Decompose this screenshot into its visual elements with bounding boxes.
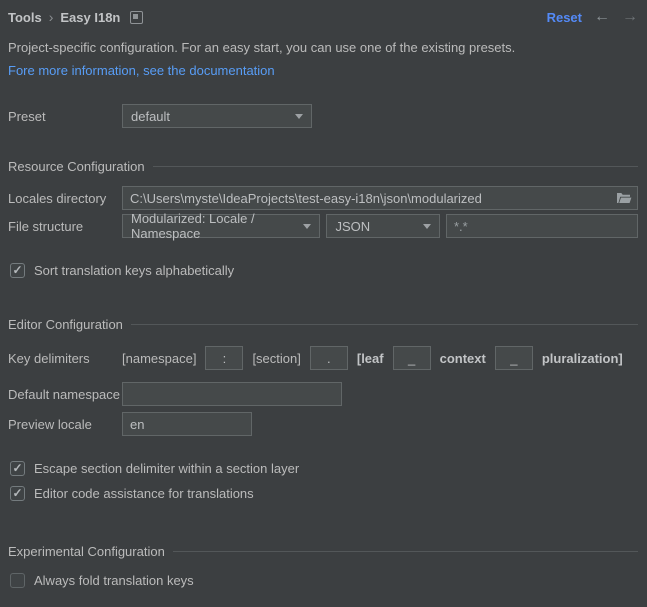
open-folder-icon[interactable] [616, 190, 632, 205]
leaf-bracket-label: [leaf [357, 351, 384, 366]
fold-keys-checkbox-row[interactable]: Always fold translation keys [8, 572, 638, 588]
preset-label: Preset [8, 109, 122, 124]
preset-dropdown[interactable]: default [122, 104, 312, 128]
section-divider [173, 551, 638, 552]
format-dropdown-value: JSON [335, 219, 370, 234]
key-delimiters-label: Key delimiters [8, 351, 113, 366]
locales-directory-row: Locales directory [8, 186, 638, 210]
header-actions: Reset ← → [547, 9, 638, 25]
breadcrumb-chevron-icon: › [49, 10, 54, 24]
locales-directory-wrap [122, 186, 638, 210]
experimental-section-header: Experimental Configuration [8, 543, 638, 559]
preset-row: Preset default [8, 104, 638, 128]
structure-dropdown[interactable]: Modularized: Locale / Namespace [122, 214, 320, 238]
escape-delimiter-checkbox-row[interactable]: Escape section delimiter within a sectio… [8, 460, 638, 476]
reset-button[interactable]: Reset [547, 10, 582, 25]
escape-delimiter-label: Escape section delimiter within a sectio… [34, 461, 299, 476]
default-namespace-input[interactable] [122, 382, 342, 406]
section-divider [153, 166, 638, 167]
chevron-down-icon [295, 114, 303, 119]
documentation-link[interactable]: Fore more information, see the documenta… [8, 63, 275, 78]
breadcrumb-easy-i18n: Easy I18n [60, 10, 120, 25]
preview-locale-row: Preview locale [8, 412, 638, 436]
code-assistance-label: Editor code assistance for translations [34, 486, 254, 501]
locales-directory-input[interactable] [122, 186, 638, 210]
section-bracket-label: [section] [252, 351, 300, 366]
header-bar: Tools › Easy I18n Reset ← → [8, 0, 638, 26]
experimental-section-title: Experimental Configuration [8, 544, 165, 559]
escape-delimiter-checkbox[interactable] [10, 461, 25, 476]
back-arrow-icon[interactable]: ← [594, 9, 610, 25]
preview-locale-label: Preview locale [8, 417, 122, 432]
format-dropdown[interactable]: JSON [326, 214, 440, 238]
section-delimiter-input[interactable] [310, 346, 348, 370]
breadcrumb: Tools › Easy I18n [8, 10, 143, 25]
preset-dropdown-value: default [131, 109, 170, 124]
namespace-bracket-label: [namespace] [122, 351, 196, 366]
forward-arrow-icon[interactable]: → [622, 9, 638, 25]
code-assistance-checkbox[interactable] [10, 486, 25, 501]
namespace-delimiter-input[interactable] [205, 346, 243, 370]
structure-dropdown-value: Modularized: Locale / Namespace [131, 211, 303, 241]
resource-section-title: Resource Configuration [8, 159, 145, 174]
key-delimiters-row: Key delimiters [namespace] [section] [le… [8, 346, 638, 370]
description-text: Project-specific configuration. For an e… [8, 40, 638, 55]
breadcrumb-tools[interactable]: Tools [8, 10, 42, 25]
settings-page: Tools › Easy I18n Reset ← → Project-spec… [0, 0, 647, 607]
context-delimiter-input[interactable] [495, 346, 533, 370]
fold-keys-label: Always fold translation keys [34, 573, 194, 588]
locales-directory-label: Locales directory [8, 191, 122, 206]
editor-section-title: Editor Configuration [8, 317, 123, 332]
editor-section-header: Editor Configuration [8, 316, 638, 332]
sort-keys-label: Sort translation keys alphabetically [34, 263, 234, 278]
code-assistance-checkbox-row[interactable]: Editor code assistance for translations [8, 485, 638, 501]
project-settings-icon [130, 11, 143, 24]
pluralization-bracket-label: pluralization] [542, 351, 623, 366]
fold-keys-checkbox[interactable] [10, 573, 25, 588]
default-namespace-row: Default namespace [8, 382, 638, 406]
resource-section-header: Resource Configuration [8, 158, 638, 174]
leaf-delimiter-input[interactable] [393, 346, 431, 370]
context-label: context [440, 351, 486, 366]
chevron-down-icon [423, 224, 431, 229]
file-structure-row: File structure Modularized: Locale / Nam… [8, 214, 638, 238]
file-structure-label: File structure [8, 219, 122, 234]
chevron-down-icon [303, 224, 311, 229]
default-namespace-label: Default namespace [8, 387, 122, 402]
section-divider [131, 324, 638, 325]
sort-keys-checkbox-row[interactable]: Sort translation keys alphabetically [8, 262, 638, 278]
preview-locale-input[interactable] [122, 412, 252, 436]
file-pattern-input[interactable] [446, 214, 638, 238]
sort-keys-checkbox[interactable] [10, 263, 25, 278]
